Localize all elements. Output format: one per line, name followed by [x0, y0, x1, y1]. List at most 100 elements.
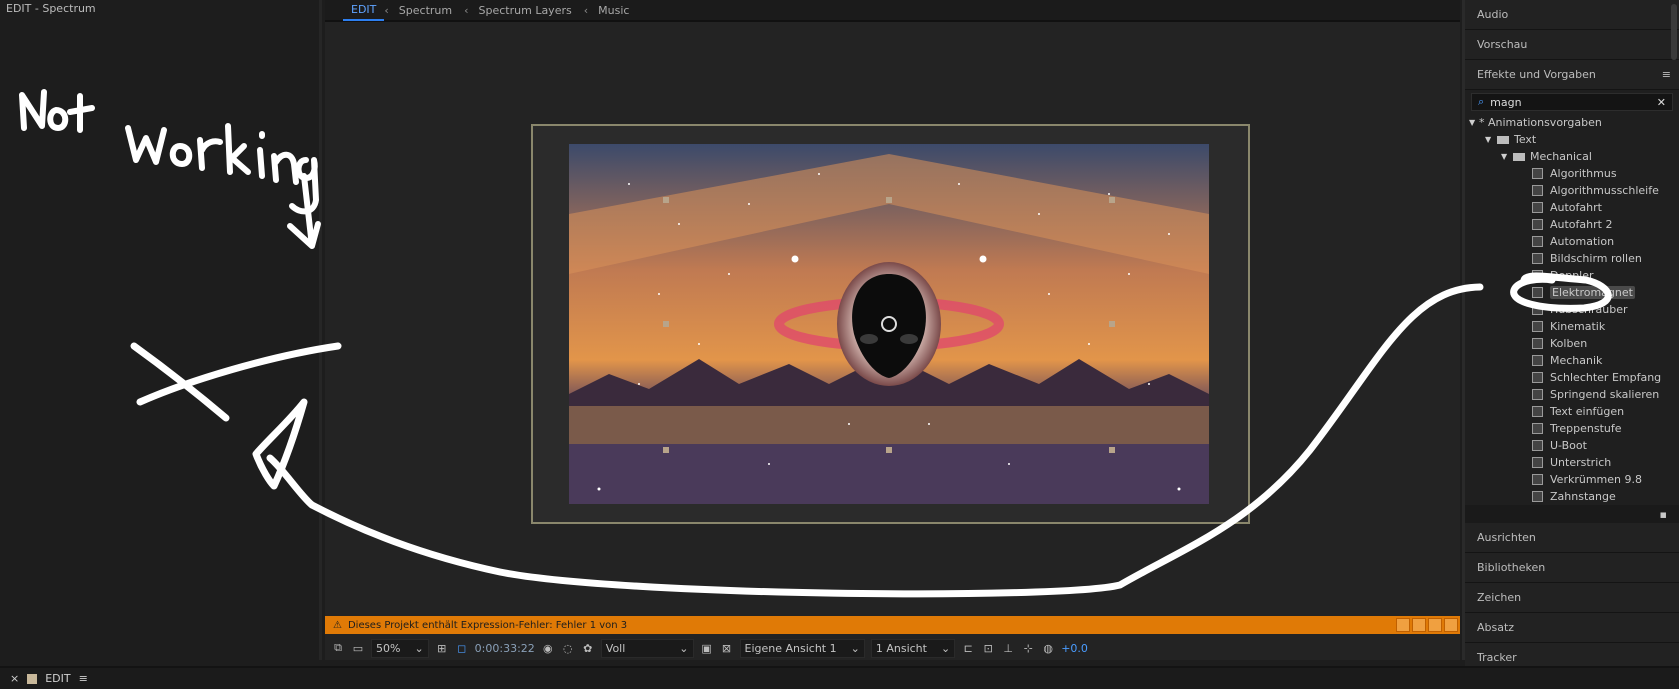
breadcrumb-item-spectrum-layers[interactable]: Spectrum Layers [473, 4, 584, 17]
panel-preview[interactable]: Vorschau [1465, 30, 1679, 60]
collapse-icon[interactable] [1444, 618, 1458, 632]
zoom-dropdown[interactable]: 50% ⌄ [371, 638, 429, 658]
region-of-interest-icon[interactable]: ▣ [700, 641, 714, 655]
preset-item[interactable]: U-Boot [1465, 437, 1679, 454]
preset-item[interactable]: Automation [1465, 233, 1679, 250]
chevron-down-icon: ⌄ [414, 641, 424, 655]
preset-item[interactable]: Text einfügen [1465, 403, 1679, 420]
grid-icon[interactable]: ⊞ [435, 641, 449, 655]
preset-item[interactable]: Bildschirm rollen [1465, 250, 1679, 267]
preset-label: Mechanik [1550, 354, 1603, 367]
tree-folder-text[interactable]: ▼ Text [1465, 131, 1679, 148]
reset-exposure-icon[interactable]: ◍ [1041, 641, 1055, 655]
preset-label: Treppenstufe [1550, 422, 1622, 435]
monitor-icon[interactable]: ▭ [351, 641, 365, 655]
first-error-icon[interactable] [1396, 618, 1410, 632]
preset-label: Text einfügen [1550, 405, 1625, 418]
panel-audio[interactable]: Audio [1465, 0, 1679, 30]
tab-edit[interactable]: EDIT [45, 672, 70, 685]
search-icon: ⌕ [1478, 95, 1485, 108]
flowchart-icon[interactable]: ⊹ [1021, 641, 1035, 655]
animation-preset-icon [1532, 372, 1543, 383]
expression-error-bar[interactable]: ⚠ Dieses Projekt enthält Expression-Fehl… [325, 616, 1460, 634]
expand-triangle-icon[interactable]: ▼ [1485, 135, 1495, 144]
panel-effects-presets[interactable]: Effekte und Vorgaben ≡ [1465, 60, 1679, 90]
animation-preset-icon [1532, 440, 1543, 451]
chevron-down-icon: ⌄ [940, 641, 951, 655]
exposure-value[interactable]: +0.0 [1061, 642, 1088, 655]
toggle-pixel-aspect-icon[interactable]: ⊏ [961, 641, 975, 655]
preset-item[interactable]: Algorithmus [1465, 165, 1679, 182]
search-value: magn [1490, 95, 1522, 109]
panel-section[interactable]: Zeichen [1465, 583, 1679, 613]
preset-item[interactable]: Elektromagnet [1465, 284, 1679, 301]
preset-label: Algorithmusschleife [1550, 184, 1659, 197]
expression-error-message: Dieses Projekt enthält Expression-Fehler… [347, 619, 628, 631]
tree-label: Text [1514, 133, 1537, 146]
chevron-left-icon: ‹ [464, 3, 469, 17]
bottom-panel-sections: Ausrichten Bibliotheken Zeichen Absatz Track… [1465, 523, 1679, 673]
preset-item[interactable]: Zahnstange [1465, 488, 1679, 505]
preset-item[interactable]: Springend skalieren [1465, 386, 1679, 403]
effects-presets-title: Effekte und Vorgaben [1477, 68, 1596, 81]
preset-item[interactable]: Hubschrauber [1465, 301, 1679, 318]
panel-section[interactable]: Ausrichten [1465, 523, 1679, 553]
new-folder-icon[interactable]: ▪ [1660, 508, 1667, 521]
close-icon[interactable]: × [10, 672, 19, 685]
breadcrumb-item-edit[interactable]: EDIT [343, 0, 385, 21]
previous-error-icon[interactable] [1412, 618, 1426, 632]
tree-folder-animation-presets[interactable]: ▼ * Animationsvorgaben [1465, 114, 1679, 131]
breadcrumb-item-music[interactable]: Music [592, 4, 641, 17]
view-dropdown[interactable]: Eigene Ansicht 1 ⌄ [739, 638, 865, 658]
show-snapshot-icon[interactable]: ◌ [561, 641, 575, 655]
animation-preset-icon [1532, 406, 1543, 417]
preset-label: Springend skalieren [1550, 388, 1660, 401]
animation-preset-icon [1532, 185, 1543, 196]
view-layout-dropdown[interactable]: 1 Ansicht ⌄ [870, 638, 956, 658]
warning-icon: ⚠ [333, 619, 342, 631]
preset-label: Autofahrt [1550, 201, 1602, 214]
resolution-dropdown[interactable]: Voll ⌄ [600, 638, 694, 658]
animation-preset-icon [1532, 457, 1543, 468]
clear-search-icon[interactable]: ✕ [1657, 96, 1666, 109]
breadcrumb: EDIT ‹ Spectrum ‹ Spectrum Layers ‹ Musi… [325, 0, 1460, 22]
transparency-toggle-icon[interactable]: ⊠ [720, 641, 734, 655]
timeline-icon[interactable]: ⊥ [1001, 641, 1015, 655]
always-preview-icon[interactable]: ⧉ [331, 641, 345, 655]
chevron-down-icon: ⌄ [679, 641, 689, 655]
hamburger-menu-icon[interactable]: ≡ [1662, 68, 1671, 81]
preset-label: Doppler [1550, 269, 1594, 282]
fast-previews-icon[interactable]: ⊡ [981, 641, 995, 655]
preset-item[interactable]: Kinematik [1465, 318, 1679, 335]
hamburger-menu-icon[interactable]: ≡ [79, 672, 88, 685]
preset-item[interactable]: Doppler [1465, 267, 1679, 284]
preset-item[interactable]: Verkrümmen 9.8 [1465, 471, 1679, 488]
tree-label: * Animationsvorgaben [1479, 116, 1602, 129]
panel-section[interactable]: Bibliotheken [1465, 553, 1679, 583]
current-timecode[interactable]: 0:00:33:22 [475, 642, 535, 655]
transparency-grid-icon[interactable]: ◻ [455, 641, 469, 655]
next-error-icon[interactable] [1428, 618, 1442, 632]
preset-item[interactable]: Schlechter Empfang [1465, 369, 1679, 386]
preset-item[interactable]: Kolben [1465, 335, 1679, 352]
tree-label: Mechanical [1530, 150, 1592, 163]
effects-search-input[interactable]: ⌕ magn ✕ [1471, 93, 1673, 111]
preset-item[interactable]: Autofahrt 2 [1465, 216, 1679, 233]
color-channels-icon[interactable]: ✿ [581, 641, 595, 655]
panel-section[interactable]: Absatz [1465, 613, 1679, 643]
preset-item[interactable]: Mechanik [1465, 352, 1679, 369]
expand-triangle-icon[interactable]: ▼ [1469, 118, 1479, 127]
animation-preset-icon [1532, 202, 1543, 213]
preset-item[interactable]: Autofahrt [1465, 199, 1679, 216]
panel-scrollbar[interactable] [1671, 4, 1677, 60]
tree-folder-mechanical[interactable]: ▼ Mechanical [1465, 148, 1679, 165]
composition-viewer[interactable] [325, 24, 1460, 616]
preset-label: Elektromagnet [1550, 286, 1635, 299]
preset-item[interactable]: Algorithmusschleife [1465, 182, 1679, 199]
composition-preview-image[interactable] [569, 144, 1209, 504]
preset-item[interactable]: Treppenstufe [1465, 420, 1679, 437]
preset-item[interactable]: Unterstrich [1465, 454, 1679, 471]
camera-icon[interactable]: ◉ [541, 641, 555, 655]
breadcrumb-item-spectrum[interactable]: Spectrum [393, 4, 464, 17]
expand-triangle-icon[interactable]: ▼ [1501, 152, 1511, 161]
